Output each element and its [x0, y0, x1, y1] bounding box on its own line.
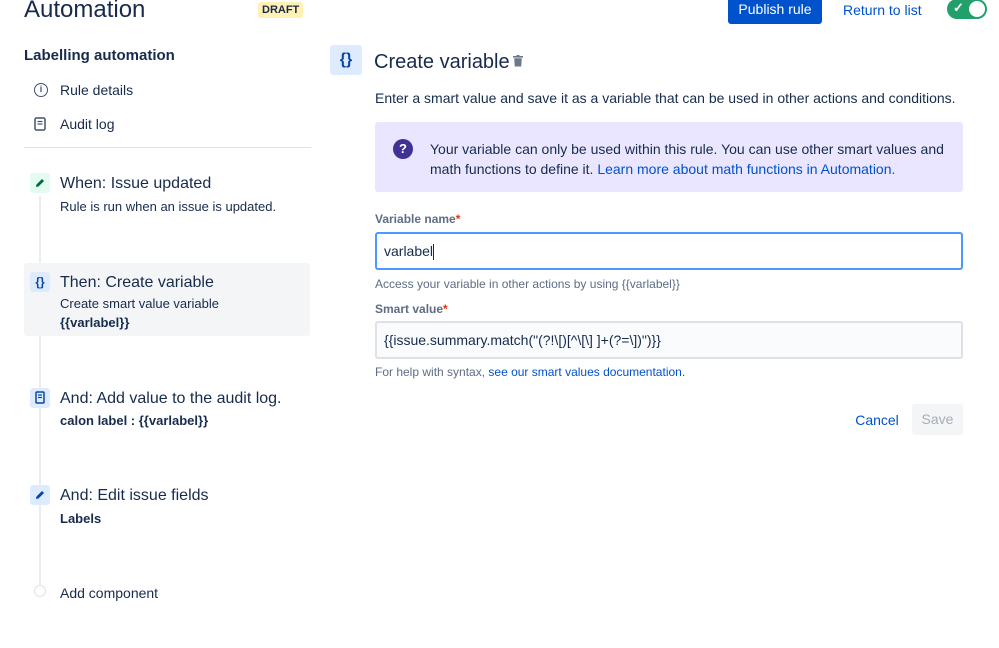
variable-name-value: varlabel — [384, 243, 434, 259]
audit-log-link[interactable]: Audit log — [34, 116, 114, 132]
rule-name-heading: Labelling automation — [24, 47, 175, 64]
step-edit-issue-fields[interactable]: And: Edit issue fields Labels — [24, 485, 310, 530]
step-title: And: Edit issue fields — [60, 487, 209, 504]
audit-log-label: Audit log — [60, 116, 115, 132]
rule-details-link[interactable]: i Rule details — [34, 82, 133, 98]
trash-icon[interactable] — [513, 54, 523, 67]
add-component-link[interactable]: Add component — [60, 585, 158, 601]
step-title: Then: Create variable — [60, 274, 214, 291]
save-button[interactable]: Save — [912, 404, 963, 435]
smart-value-input[interactable]: {{issue.summary.match("(?!\[)[^\[\] ]+(?… — [375, 321, 963, 359]
smart-values-docs-link[interactable]: see our smart values documentation. — [488, 365, 685, 379]
checkmark-icon: ✓ — [953, 0, 964, 15]
smart-value-label: Smart value* — [375, 302, 448, 316]
variable-name-helper: Access your variable in other actions by… — [375, 277, 680, 291]
document-icon — [34, 117, 48, 131]
component-title: Create variable — [374, 51, 510, 73]
variable-name-input[interactable]: varlabel — [375, 232, 963, 270]
step-create-variable[interactable]: {} Then: Create variable Create smart va… — [24, 263, 310, 336]
question-icon: ? — [393, 139, 413, 159]
rule-enabled-toggle[interactable]: ✓ — [947, 0, 987, 19]
step-title: When: Issue updated — [60, 175, 212, 192]
pencil-icon — [30, 173, 50, 193]
sidebar-divider — [24, 147, 311, 148]
required-marker: * — [455, 212, 461, 226]
syntax-helper: For help with syntax, see our smart valu… — [375, 365, 685, 379]
info-text: Your variable can only be used within th… — [430, 139, 950, 179]
info-panel: ? Your variable can only be used within … — [375, 122, 963, 192]
step-audit-log[interactable]: And: Add value to the audit log. calon l… — [24, 388, 310, 433]
variable-name-label-text: Variable name — [375, 212, 456, 226]
step-detail: Labels — [60, 511, 102, 526]
math-functions-link[interactable]: Learn more about math functions in Autom… — [597, 161, 895, 177]
step-subtitle: Create smart value variable — [60, 296, 219, 311]
step-subtitle: Rule is run when an issue is updated. — [60, 199, 277, 214]
step-title: And: Add value to the audit log. — [60, 390, 282, 407]
required-marker: * — [443, 302, 448, 316]
publish-rule-button[interactable]: Publish rule — [728, 0, 822, 24]
smart-value-label-text: Smart value — [375, 302, 444, 316]
variable-name-label: Variable name* — [375, 212, 460, 226]
step-detail: {{varlabel}} — [60, 315, 130, 330]
toggle-knob — [969, 1, 985, 17]
component-description: Enter a smart value and save it as a var… — [375, 90, 956, 106]
text-cursor — [433, 244, 435, 261]
pencil-icon — [30, 485, 50, 505]
add-component-circle-icon[interactable] — [34, 585, 46, 597]
page-title: Automation — [24, 0, 146, 23]
step-trigger-issue-updated[interactable]: When: Issue updated Rule is run when an … — [24, 173, 310, 223]
cancel-button[interactable]: Cancel — [848, 405, 906, 435]
draft-badge: DRAFT — [258, 2, 304, 18]
braces-icon: {} — [30, 272, 50, 292]
document-icon — [30, 388, 50, 408]
braces-icon: {} — [330, 45, 362, 75]
step-detail: calon label : {{varlabel}} — [60, 413, 209, 428]
return-to-list-link[interactable]: Return to list — [843, 2, 922, 18]
info-icon: i — [34, 83, 48, 97]
syntax-help-text: For help with syntax, — [375, 365, 486, 379]
rule-details-label: Rule details — [60, 82, 134, 98]
